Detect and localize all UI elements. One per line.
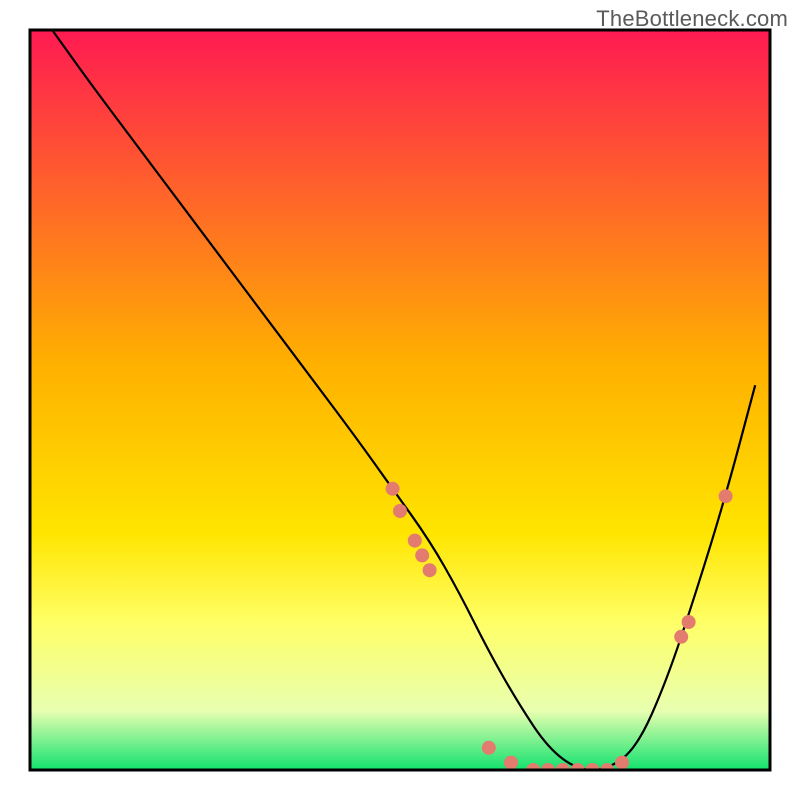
data-marker — [423, 563, 437, 577]
data-marker — [393, 504, 407, 518]
gradient-background — [30, 30, 770, 770]
bottleneck-chart — [0, 0, 800, 800]
plot-area — [30, 30, 770, 777]
data-marker — [482, 741, 496, 755]
watermark-text: TheBottleneck.com — [596, 6, 788, 32]
chart-container: TheBottleneck.com — [0, 0, 800, 800]
data-marker — [615, 756, 629, 770]
data-marker — [504, 756, 518, 770]
data-marker — [719, 489, 733, 503]
data-marker — [415, 548, 429, 562]
data-marker — [386, 482, 400, 496]
data-marker — [408, 534, 422, 548]
data-marker — [674, 630, 688, 644]
data-marker — [682, 615, 696, 629]
